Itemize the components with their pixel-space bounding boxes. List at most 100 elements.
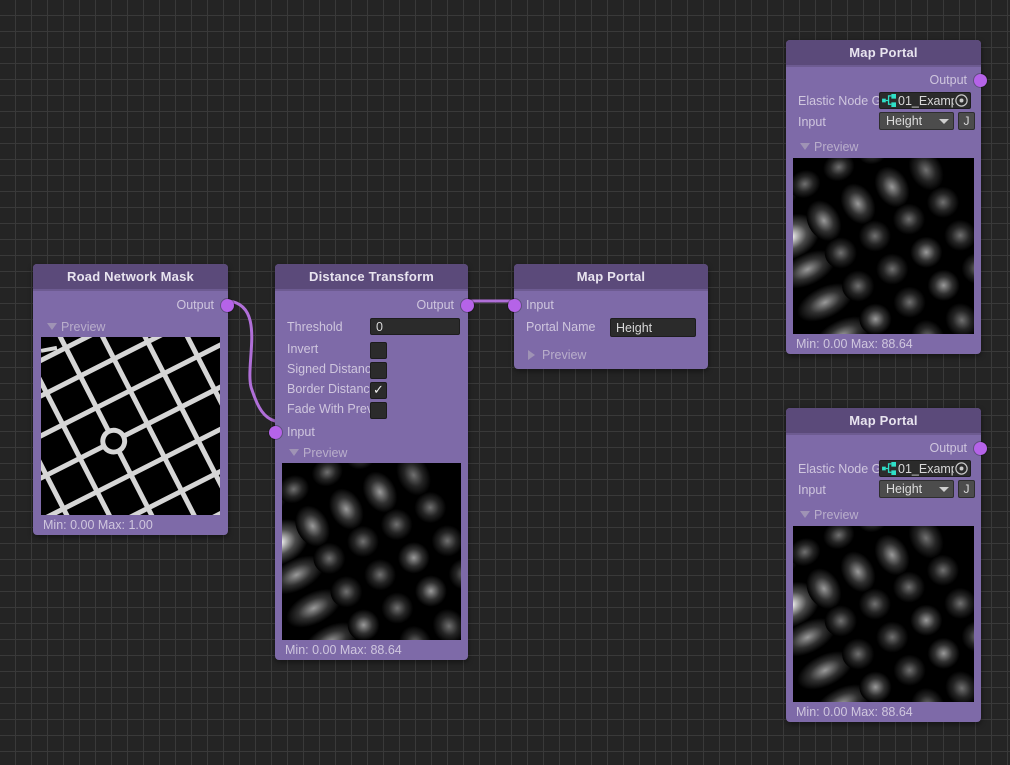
- node-graph-icon: [882, 462, 896, 475]
- param-input[interactable]: Input Height J: [786, 111, 981, 136]
- preview-minmax: Min: 0.00 Max: 88.64: [285, 643, 402, 657]
- preview-foldout[interactable]: Preview: [33, 317, 228, 337]
- param-label-input: Input: [798, 115, 826, 129]
- node-body: Output Elastic Node Graph 01_Examp: [786, 435, 987, 722]
- input-dropdown[interactable]: Height: [879, 112, 954, 130]
- input-port[interactable]: [269, 426, 282, 439]
- output-port[interactable]: [461, 299, 474, 312]
- param-signed-distance[interactable]: Signed Distance: [275, 359, 468, 379]
- preview-label: Preview: [61, 320, 106, 334]
- chevron-down-icon: [800, 143, 810, 150]
- preview-label: Preview: [542, 348, 587, 362]
- object-picker-icon[interactable]: [954, 461, 969, 476]
- fade-with-previous-checkbox[interactable]: [370, 402, 387, 419]
- input-port-row[interactable]: Input: [508, 291, 708, 317]
- param-fade-with-previous[interactable]: Fade With Previous: [275, 399, 468, 419]
- elastic-node-graph-object-field[interactable]: 01_Examp: [879, 92, 971, 109]
- threshold-input[interactable]: 0: [370, 318, 460, 335]
- output-port[interactable]: [974, 74, 987, 87]
- preview-image-distance-transform: [282, 463, 461, 640]
- param-invert[interactable]: Invert: [275, 339, 468, 359]
- param-label-threshold: Threshold: [287, 320, 343, 334]
- chevron-down-icon: [47, 323, 57, 330]
- node-title[interactable]: Road Network Mask: [33, 264, 228, 291]
- preview-label: Preview: [814, 508, 859, 522]
- input-dropdown[interactable]: Height: [879, 480, 954, 498]
- elastic-node-graph-object-field[interactable]: 01_Examp: [879, 460, 971, 477]
- output-port-row[interactable]: Output: [33, 291, 234, 317]
- node-body: Output Preview Min: 0.00 Max: 1.00: [33, 291, 234, 535]
- node-body: Input Portal Name Height Preview: [508, 291, 708, 369]
- node-body: Output Threshold 0 Invert Signed Distanc…: [269, 291, 474, 660]
- chevron-down-icon: [939, 118, 949, 124]
- chevron-down-icon: [800, 511, 810, 518]
- border-distance-checkbox[interactable]: ✓: [370, 382, 387, 399]
- elastic-node-graph-value: 01_Examp: [898, 93, 954, 108]
- distance-transform-art: [282, 463, 461, 640]
- output-port-label: Output: [929, 441, 967, 455]
- preview-foldout[interactable]: Preview: [786, 504, 981, 526]
- preview-foldout[interactable]: Preview: [275, 443, 468, 463]
- chevron-right-icon: [528, 350, 535, 360]
- param-label-portal-name: Portal Name: [526, 320, 596, 334]
- param-elastic-node-graph[interactable]: Elastic Node Graph 01_Examp: [786, 459, 981, 479]
- node-road-network-mask[interactable]: Road Network Mask Output Preview Min: 0.…: [33, 264, 234, 535]
- param-label-elastic-node-graph: Elastic Node Graph: [798, 94, 880, 108]
- preview-minmax: Min: 0.00 Max: 1.00: [43, 518, 153, 532]
- output-port-label: Output: [176, 298, 214, 312]
- output-port[interactable]: [221, 299, 234, 312]
- signed-distance-checkbox[interactable]: [370, 362, 387, 379]
- preview-label: Preview: [303, 446, 348, 460]
- node-title[interactable]: Map Portal: [786, 408, 981, 435]
- node-title[interactable]: Map Portal: [786, 40, 981, 67]
- chevron-down-icon: [939, 486, 949, 492]
- param-elastic-node-graph[interactable]: Elastic Node Graph 01_Examp: [786, 91, 981, 111]
- preview-image-distance-transform: [793, 526, 974, 702]
- jump-to-button[interactable]: J: [958, 480, 975, 498]
- output-port-row[interactable]: Output: [786, 435, 987, 459]
- param-border-distance[interactable]: Border Distance ✓: [275, 379, 468, 399]
- node-map-portal-top-right[interactable]: Map Portal Output Elastic Node Graph 01_…: [786, 40, 987, 354]
- node-graph-icon: [882, 94, 896, 107]
- param-portal-name[interactable]: Portal Name Height: [514, 317, 708, 341]
- portal-name-input[interactable]: Height: [610, 318, 696, 337]
- preview-foldout[interactable]: Preview: [786, 136, 981, 158]
- input-dropdown-value: Height: [886, 482, 923, 496]
- node-map-portal-center[interactable]: Map Portal Input Portal Name Height Prev…: [508, 264, 708, 369]
- input-port[interactable]: [508, 299, 521, 312]
- node-title[interactable]: Distance Transform: [275, 264, 468, 291]
- preview-minmax: Min: 0.00 Max: 88.64: [796, 705, 913, 719]
- node-body: Output Elastic Node Graph 01_Examp: [786, 67, 987, 354]
- param-threshold[interactable]: Threshold 0: [275, 317, 468, 339]
- distance-transform-art: [793, 158, 974, 334]
- param-input[interactable]: Input Height J: [786, 479, 981, 504]
- input-port-row[interactable]: Input: [269, 419, 468, 443]
- invert-checkbox[interactable]: [370, 342, 387, 359]
- road-mask-art: [41, 337, 220, 515]
- elastic-node-graph-value: 01_Examp: [898, 461, 954, 476]
- node-map-portal-bottom-right[interactable]: Map Portal Output Elastic Node Graph 01_…: [786, 408, 987, 722]
- param-label-signed-distance: Signed Distance: [287, 362, 370, 376]
- object-picker-icon[interactable]: [954, 93, 969, 108]
- input-port-label: Input: [526, 298, 554, 312]
- param-label-border-distance: Border Distance: [287, 382, 370, 396]
- preview-minmax: Min: 0.00 Max: 88.64: [796, 337, 913, 351]
- output-port-label: Output: [929, 73, 967, 87]
- output-port-label: Output: [416, 298, 454, 312]
- node-distance-transform[interactable]: Distance Transform Output Threshold 0 In…: [269, 264, 474, 660]
- preview-image-road-mask: [41, 337, 220, 515]
- param-label-elastic-node-graph: Elastic Node Graph: [798, 462, 880, 476]
- output-port-row[interactable]: Output: [786, 67, 987, 91]
- output-port-row[interactable]: Output: [275, 291, 474, 317]
- jump-to-button[interactable]: J: [958, 112, 975, 130]
- node-title[interactable]: Map Portal: [514, 264, 708, 291]
- param-label-fade-with-previous: Fade With Previous: [287, 402, 370, 416]
- input-port-label: Input: [287, 425, 315, 439]
- distance-transform-art: [793, 526, 974, 702]
- chevron-down-icon: [289, 449, 299, 456]
- output-port[interactable]: [974, 442, 987, 455]
- preview-foldout[interactable]: Preview: [514, 341, 708, 369]
- input-dropdown-value: Height: [886, 114, 923, 128]
- preview-image-distance-transform: [793, 158, 974, 334]
- preview-label: Preview: [814, 140, 859, 154]
